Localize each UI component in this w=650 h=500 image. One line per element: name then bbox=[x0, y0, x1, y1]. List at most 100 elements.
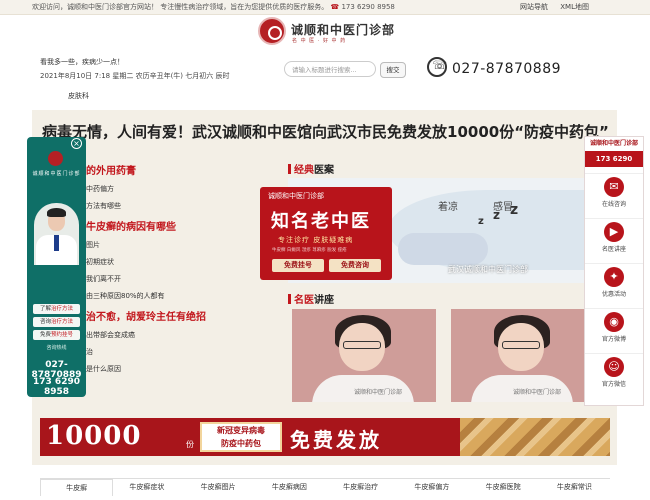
weibo-icon: ◉ bbox=[604, 312, 624, 332]
list-item[interactable]: 出带部会变成癌 bbox=[86, 330, 135, 340]
tab-item[interactable]: 牛皮癣治疗 bbox=[325, 479, 396, 495]
phone-icon bbox=[427, 57, 447, 77]
chat-icon: ✉ bbox=[604, 177, 624, 197]
float-clinic-name: 诚顺和中医门诊部 bbox=[32, 171, 81, 177]
header: 诚顺和中医门诊部 名 中 医 · 好 中 药 看我多一些，疾病少一点！ 2021… bbox=[0, 15, 650, 110]
tab-item[interactable]: 牛皮癣病因 bbox=[254, 479, 325, 495]
topbar-phone: 173 6290 8958 bbox=[341, 3, 395, 11]
welcome-text: 欢迎访问，诚顺和中医门诊部官方网站！ 专注慢性病治疗领域，旨在为您提供优质的医疗… bbox=[32, 3, 395, 11]
promo-card-small: 牛皮癣 白癜风 湿疹 荨麻疹 脱发 痤疮 bbox=[272, 248, 347, 253]
list-item[interactable]: 我们离不开 bbox=[86, 274, 121, 284]
wechat-icon: ☺ bbox=[604, 357, 624, 377]
promo-banner[interactable]: 10000 份 新冠变异病毒 防疫中药包 免费发放 bbox=[40, 418, 610, 456]
list-item[interactable]: 由三种原因80%的人都有 bbox=[86, 291, 165, 301]
free-consult-button[interactable]: 免费咨询 bbox=[329, 259, 381, 272]
promo-card[interactable]: 诚顺和中医门诊部 知名老中医 专注诊疗 皮肤疑难病 牛皮癣 白癜风 湿疹 荨麻疹… bbox=[260, 187, 392, 280]
right-float-item[interactable]: ✉ 在线咨询 bbox=[585, 173, 643, 210]
list-item[interactable]: 图片 bbox=[86, 240, 100, 250]
glasses bbox=[502, 341, 540, 349]
free-register-button[interactable]: 免费挂号 bbox=[272, 259, 324, 272]
learn-treatment-button[interactable]: 了解治疗方法 bbox=[33, 304, 80, 314]
list-section-title[interactable]: 牛皮癣的病因有哪些 bbox=[86, 218, 176, 233]
lecture-thumbnail[interactable]: 诚顺和中医门诊部 bbox=[451, 309, 595, 402]
gift-icon: ✦ bbox=[604, 267, 624, 287]
banner-box-line: 防疫中药包 bbox=[221, 439, 261, 448]
doctor-photo bbox=[34, 203, 79, 265]
phone-icon: ☎ bbox=[330, 3, 340, 11]
promo-card-title: 知名老中医 bbox=[271, 211, 371, 232]
list-item[interactable]: 中药偏方 bbox=[86, 184, 114, 194]
doctor-tie bbox=[54, 235, 59, 251]
title-bar bbox=[288, 164, 291, 174]
search-input[interactable]: 请输入标题进行搜索... bbox=[284, 61, 376, 77]
banner-unit: 份 bbox=[186, 440, 194, 449]
list-item[interactable]: 治 bbox=[86, 347, 93, 357]
logo[interactable]: 诚顺和中医门诊部 名 中 医 · 好 中 药 bbox=[258, 17, 398, 47]
right-float-label: 名医讲座 bbox=[601, 246, 626, 253]
search-button[interactable]: 搜交 bbox=[380, 62, 406, 78]
right-float-label: 优惠活动 bbox=[601, 291, 626, 298]
xml-map-link[interactable]: XML地图 bbox=[560, 3, 589, 11]
glasses bbox=[343, 341, 381, 349]
banner-free-text: 免费发放 bbox=[290, 428, 382, 452]
right-float-item[interactable]: ◉ 官方微博 bbox=[585, 308, 643, 345]
consult-treatment-button[interactable]: 咨询治疗方法 bbox=[33, 317, 80, 327]
top-bar: 欢迎访问，诚顺和中医门诊部官方网站！ 专注慢性病治疗领域，旨在为您提供优质的医疗… bbox=[0, 0, 650, 15]
sleeping-child bbox=[398, 233, 488, 265]
tab-item[interactable]: 牛皮癣偏方 bbox=[396, 479, 467, 495]
lecture-section-title: 名医讲座 bbox=[288, 291, 334, 306]
tab-item[interactable]: 牛皮癣图片 bbox=[183, 479, 254, 495]
case-word: 着凉 bbox=[438, 202, 458, 213]
right-float-label: 在线咨询 bbox=[601, 201, 626, 208]
right-float-label: 官方微博 bbox=[601, 336, 626, 343]
nav-item-dermatology[interactable]: 皮肤科 bbox=[68, 91, 89, 101]
list-section-title[interactable]: 的外用药膏 bbox=[86, 162, 136, 177]
banner-number: 10000 bbox=[46, 421, 142, 451]
herb-bags-image bbox=[460, 418, 610, 456]
right-float-label: 官方微信 bbox=[601, 381, 626, 388]
seal-icon bbox=[258, 17, 286, 45]
lecture-watermark: 诚顺和中医门诊部 bbox=[513, 389, 562, 396]
hotline-number: 027-87870889 bbox=[452, 61, 562, 77]
promo-card-top: 诚顺和中医门诊部 bbox=[268, 192, 324, 200]
right-float-phone[interactable]: 173 6290 8958 bbox=[585, 151, 643, 179]
headline[interactable]: 病毒无情，人间有爱！武汉诚顺和中医馆向武汉市民免费发放10000份“防疫中药包” bbox=[42, 121, 609, 142]
case-word: 感冒 bbox=[493, 202, 513, 213]
title-bar bbox=[288, 294, 291, 304]
date-text: 2021年8月10日 7:18 星期二 农历辛丑年(牛) 七月初六 辰时 bbox=[40, 72, 230, 80]
hotline-label: 咨询热线 bbox=[46, 345, 67, 351]
lecture-watermark: 诚顺和中医门诊部 bbox=[354, 389, 403, 396]
free-booking-button[interactable]: 免费预约挂号 bbox=[33, 330, 80, 340]
right-float-title: 诚顺和中医门诊部 bbox=[585, 137, 643, 151]
banner-box: 新冠变异病毒 防疫中药包 bbox=[200, 422, 282, 452]
list-item[interactable]: 方法有哪些 bbox=[86, 201, 121, 211]
tab-item[interactable]: 牛皮癣 bbox=[40, 479, 114, 496]
close-icon[interactable]: × bbox=[71, 138, 82, 149]
right-float-panel: 诚顺和中医门诊部 173 6290 8958 ✉ 在线咨询 ▶ 名医讲座 ✦ 优惠活动 ◉ 官… bbox=[584, 136, 644, 406]
category-tabs: 牛皮癣 牛皮癣症状 牛皮癣图片 牛皮癣病因 牛皮癣治疗 牛皮癣偏方 牛皮癣医院 牛皮癣常识 bbox=[40, 478, 610, 497]
list-item[interactable]: 是什么原因 bbox=[86, 364, 121, 374]
float-phone-2[interactable]: 173 6290 8958 bbox=[28, 377, 85, 397]
right-float-item[interactable]: ✦ 优惠活动 bbox=[585, 263, 643, 300]
list-item[interactable]: 初期症状 bbox=[86, 257, 114, 267]
promo-card-sub: 专注诊疗 皮肤疑难病 bbox=[278, 236, 354, 244]
case-section-title: 经典医案 bbox=[288, 161, 334, 176]
case-watermark: 武汉诚顺和中医门诊部 bbox=[448, 265, 528, 274]
right-float-item[interactable]: ☺ 官方微信 bbox=[585, 353, 643, 390]
tab-item[interactable]: 牛皮癣常识 bbox=[539, 479, 610, 495]
left-float-panel: × 诚顺和中医门诊部 了解治疗方法 咨询治疗方法 免费预约挂号 咨询热线 027… bbox=[27, 137, 86, 397]
logo-name: 诚顺和中医门诊部 bbox=[291, 23, 396, 37]
logo-tagline: 名 中 医 · 好 中 药 bbox=[292, 38, 347, 44]
tab-item[interactable]: 牛皮癣医院 bbox=[468, 479, 539, 495]
list-section-title[interactable]: 治不愈，胡爱玲主任有绝招 bbox=[86, 308, 206, 323]
doctor-hair bbox=[47, 208, 66, 217]
motto: 看我多一些，疾病少一点！ bbox=[40, 58, 124, 66]
site-nav-link[interactable]: 网站导航 bbox=[520, 3, 548, 11]
right-float-item[interactable]: ▶ 名医讲座 bbox=[585, 218, 643, 255]
tab-item[interactable]: 牛皮癣症状 bbox=[111, 479, 182, 495]
zz-mark: z bbox=[478, 216, 484, 227]
lecture-thumbnail[interactable]: 诚顺和中医门诊部 bbox=[292, 309, 436, 402]
video-icon: ▶ bbox=[604, 222, 624, 242]
banner-box-line: 新冠变异病毒 bbox=[217, 426, 265, 435]
seal-icon bbox=[48, 151, 63, 166]
